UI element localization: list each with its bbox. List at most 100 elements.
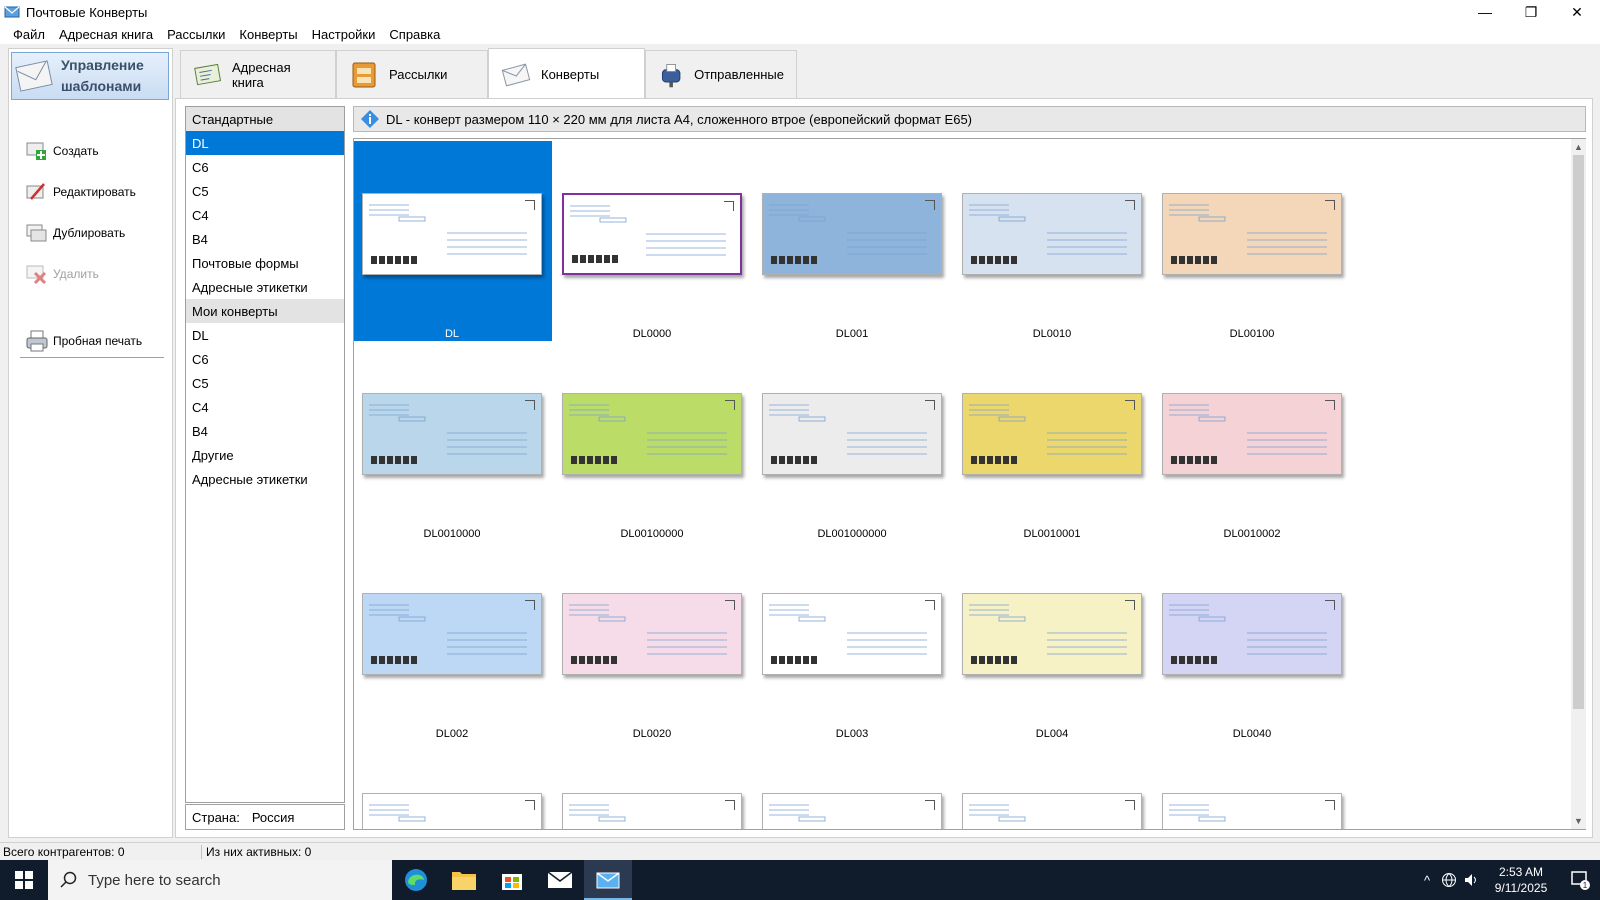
envelope-name: DL [444, 328, 460, 340]
category-group-my-envelopes[interactable]: Мои конверты [186, 299, 344, 323]
taskbar-store[interactable] [488, 860, 536, 900]
category-list: Стандартные DL C6 C5 C4 B4 Почтовые форм… [185, 106, 345, 803]
envelope-thumbnail[interactable]: DL002 [354, 541, 552, 741]
menu-mailings[interactable]: Рассылки [160, 27, 232, 42]
category-my-b4[interactable]: B4 [186, 419, 344, 443]
category-standard-dl[interactable]: DL [186, 131, 344, 155]
taskbar-file-explorer[interactable] [440, 860, 488, 900]
close-button[interactable]: ✕ [1554, 0, 1600, 24]
envelope-preview [962, 793, 1142, 829]
status-bar: Всего контрагентов: 0 Из них активных: 0 [0, 842, 1600, 860]
test-print-button[interactable]: Пробная печать [25, 327, 142, 355]
tab-envelopes[interactable]: Конверты [488, 48, 645, 100]
envelope-thumbnail[interactable]: DL001000000 [752, 341, 952, 541]
taskbar-mail[interactable] [536, 860, 584, 900]
create-button[interactable]: Создать [25, 137, 99, 165]
category-standard-c4[interactable]: C4 [186, 203, 344, 227]
edit-icon [26, 183, 45, 200]
envelope-name: DL001 [835, 328, 869, 340]
envelope-preview [1162, 593, 1342, 675]
tab-address-book[interactable]: Адресная книга [180, 50, 336, 98]
printer-icon [26, 330, 48, 352]
vertical-scrollbar[interactable]: ▲ ▼ [1571, 139, 1586, 829]
envelope-name: DL0010002 [1223, 528, 1281, 540]
category-my-other[interactable]: Другие [186, 443, 344, 467]
envelope-preview [1162, 393, 1342, 475]
scroll-up-arrow-icon[interactable]: ▲ [1571, 139, 1586, 155]
start-button[interactable] [0, 860, 48, 900]
taskbar-edge[interactable] [392, 860, 440, 900]
category-my-dl[interactable]: DL [186, 323, 344, 347]
taskbar-search-box[interactable]: Type here to search [48, 860, 392, 900]
minimize-button[interactable]: — [1462, 0, 1508, 24]
envelope-name: DL001000000 [817, 528, 887, 540]
envelope-name: DL0020 [632, 728, 672, 740]
category-my-labels[interactable]: Адресные этикетки [186, 467, 344, 491]
envelope-icon [15, 60, 53, 92]
template-management-panel: Управление шаблонами Создать Редактирова… [8, 48, 173, 838]
separator [20, 357, 164, 358]
scroll-thumb[interactable] [1573, 155, 1584, 709]
category-group-standard[interactable]: Стандартные [186, 107, 344, 131]
category-postal-forms[interactable]: Почтовые формы [186, 251, 344, 275]
envelope-thumbnail[interactable]: DL003 [752, 541, 952, 741]
envelope-thumbnail[interactable] [1152, 741, 1352, 829]
envelope-thumbnail[interactable]: DL0010001 [952, 341, 1152, 541]
category-my-c4[interactable]: C4 [186, 395, 344, 419]
envelope-thumbnail[interactable]: DL0040 [1152, 541, 1352, 741]
envelope-thumbnail[interactable]: DL00100 [1152, 141, 1352, 341]
category-my-c6[interactable]: C6 [186, 347, 344, 371]
category-standard-b4[interactable]: B4 [186, 227, 344, 251]
scroll-down-arrow-icon[interactable]: ▼ [1571, 813, 1586, 829]
envelope-thumbnail[interactable] [752, 741, 952, 829]
info-icon [361, 110, 379, 128]
envelope-thumbnail[interactable]: DL0020 [552, 541, 752, 741]
taskbar: Type here to search ^ 2:53 AM 9/11/2025 … [0, 860, 1600, 900]
envelope-preview [362, 393, 542, 475]
envelope-name: DL0010001 [1023, 528, 1081, 540]
envelope-thumbnail[interactable]: DL004 [952, 541, 1152, 741]
edit-button[interactable]: Редактировать [25, 178, 136, 206]
menu-settings[interactable]: Настройки [305, 27, 383, 42]
category-standard-c5[interactable]: C5 [186, 179, 344, 203]
envelope-thumbnail[interactable] [952, 741, 1152, 829]
envelope-thumbnail[interactable] [552, 741, 752, 829]
duplicate-label: Дублировать [53, 226, 126, 240]
envelope-thumbnail[interactable]: DL [354, 141, 552, 341]
envelope-thumbnail[interactable]: DL0010000 [354, 341, 552, 541]
menu-bar: Файл Адресная книга Рассылки Конверты На… [0, 24, 1600, 44]
country-selector[interactable]: Страна: Россия [185, 804, 345, 830]
info-bar: DL - конверт размером 110 × 220 мм для л… [353, 106, 1586, 132]
envelope-thumbnail[interactable] [354, 741, 552, 829]
envelope-thumbnail[interactable]: DL001 [752, 141, 952, 341]
notification-center-button[interactable]: 1 [1560, 860, 1600, 900]
menu-help[interactable]: Справка [382, 27, 447, 42]
category-standard-c6[interactable]: C6 [186, 155, 344, 179]
envelope-thumbnail[interactable]: DL0000 [552, 141, 752, 341]
clock[interactable]: 2:53 AM 9/11/2025 [1482, 864, 1560, 896]
volume-icon[interactable] [1460, 860, 1482, 900]
delete-button[interactable]: Удалить [25, 260, 99, 288]
restore-button[interactable]: ❐ [1508, 0, 1554, 24]
menu-address-book[interactable]: Адресная книга [52, 27, 160, 42]
tray-chevron-up-icon[interactable]: ^ [1416, 860, 1438, 900]
duplicate-button[interactable]: Дублировать [25, 219, 125, 247]
menu-envelopes[interactable]: Конверты [232, 27, 304, 42]
tab-mailings[interactable]: Рассылки [336, 50, 488, 98]
network-icon[interactable] [1438, 860, 1460, 900]
menu-file[interactable]: Файл [6, 27, 52, 42]
delete-icon [26, 265, 47, 285]
tab-sent[interactable]: Отправленные [645, 50, 797, 98]
category-standard-labels[interactable]: Адресные этикетки [186, 275, 344, 299]
envelope-name: DL0000 [632, 328, 672, 340]
envelope-thumbnail[interactable]: DL0010 [952, 141, 1152, 341]
envelope-thumbnail[interactable]: DL00100000 [552, 341, 752, 541]
windows-logo-icon [15, 871, 33, 889]
envelope-thumbnail[interactable]: DL0010002 [1152, 341, 1352, 541]
envelope-preview [762, 793, 942, 829]
taskbar-envelopes-app[interactable] [584, 860, 632, 900]
envelope-preview [562, 793, 742, 829]
create-icon [26, 142, 46, 160]
category-my-c5[interactable]: C5 [186, 371, 344, 395]
template-management-header[interactable]: Управление шаблонами [11, 52, 169, 100]
